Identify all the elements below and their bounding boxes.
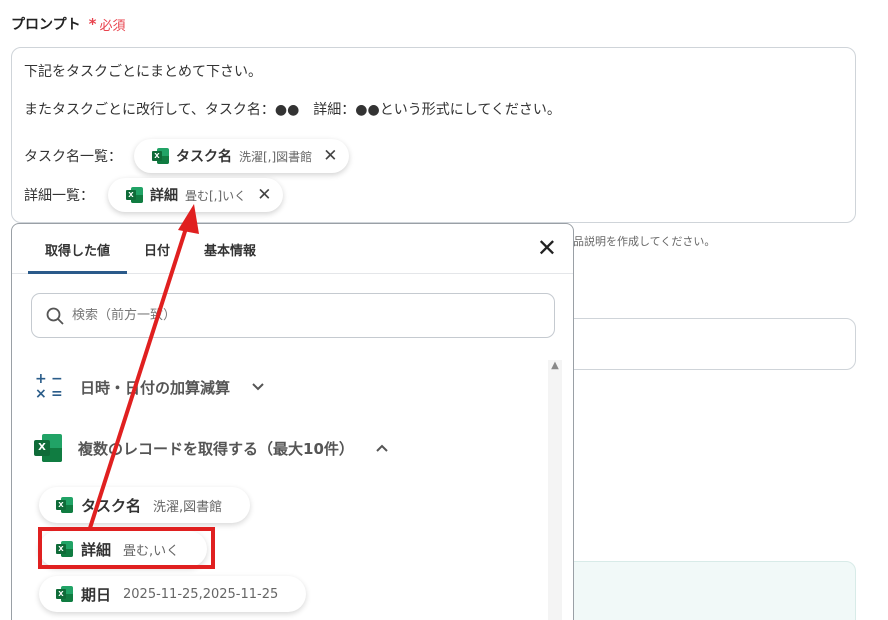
field-hint: 品説明を作成してください。 [573,235,716,248]
required-badge: * 必須 [89,15,126,34]
tab-basic-info[interactable]: 基本情報 [187,224,273,274]
search-input[interactable] [72,308,512,323]
item-value: 洗濯,図書館 [153,499,223,515]
task-name-variable-chip[interactable]: X タスク名 洗濯[,]図書館 ✕ [134,139,350,173]
prompt-line-2: またタスクごとに改行して、タスク名：●● 詳細：●●という形式にしてください。 [24,102,561,118]
excel-icon: X [56,586,73,602]
prompt-var-line-details: 詳細一覧： X 詳細 畳む[,]いく ✕ [24,177,843,213]
chevron-down-icon [252,380,264,394]
excel-icon: X [126,187,143,203]
item-value: 2025-11-25,2025-11-25 [123,586,279,602]
section-date-calc[interactable]: + − × = 日時・日付の加算減算 [34,372,264,402]
section-title: 日時・日付の加算減算 [80,378,231,397]
picker-tabs: 取得した値 日付 基本情報 ✕ [12,224,573,274]
excel-icon: X [34,434,62,462]
scroll-up-icon[interactable]: ▲ [548,360,562,372]
chip-value: 畳む[,]いく [185,188,247,203]
search-field[interactable] [31,293,555,338]
detail-list-label: 詳細一覧： [24,188,94,204]
required-text: 必須 [99,18,126,34]
prompt-label-text: プロンプト [11,17,81,33]
tab-acquired-values[interactable]: 取得した値 [28,224,128,274]
text-input[interactable] [560,318,856,370]
excel-icon: X [152,148,169,164]
prompt-textarea[interactable]: 下記をタスクごとにまとめて下さい。 またタスクごとに改行して、タスク名：●● 詳… [11,47,856,223]
item-name: タスク名 [81,496,142,515]
variable-picker-dropdown: 取得した値 日付 基本情報 ✕ ▲ + − × = 日時・日付の加算減算 X 複… [11,223,574,620]
scrollbar[interactable]: ▲ [548,360,562,620]
prompt-var-line-tasks: タスク名一覧： X タスク名 洗濯[,]図書館 ✕ [24,138,843,174]
chip-name: タスク名 [176,149,232,165]
chip-name: 詳細 [150,188,178,204]
item-name: 期日 [81,585,112,604]
task-list-label: タスク名一覧： [24,149,122,165]
search-icon [46,307,64,325]
item-value: 畳む,いく [123,543,180,559]
record-item-due-date[interactable]: X 期日 2025-11-25,2025-11-25 [39,576,307,612]
info-panel [560,561,856,620]
tab-date[interactable]: 日付 [127,224,187,274]
item-name: 詳細 [81,540,112,559]
remove-chip-icon[interactable]: ✕ [257,185,271,205]
prompt-line-1: 下記をタスクごとにまとめて下さい。 [24,64,262,80]
excel-icon: X [56,497,73,513]
excel-icon: X [56,541,73,557]
prompt-field-label: プロンプト * 必須 [11,14,125,34]
record-item-detail[interactable]: X 詳細 畳む,いく [39,531,208,567]
required-star: * [88,15,97,33]
remove-chip-icon[interactable]: ✕ [323,146,337,166]
calculator-icon: + − × = [35,371,63,402]
record-item-task-name[interactable]: X タスク名 洗濯,図書館 [39,487,251,523]
chevron-up-icon [376,441,388,455]
section-get-records[interactable]: X 複数のレコードを取得する（最大10件） [34,434,388,462]
detail-variable-chip[interactable]: X 詳細 畳む[,]いく ✕ [108,178,284,212]
close-icon[interactable]: ✕ [537,236,557,260]
chip-value: 洗濯[,]図書館 [239,149,313,164]
section-title: 複数のレコードを取得する（最大10件） [78,439,354,458]
